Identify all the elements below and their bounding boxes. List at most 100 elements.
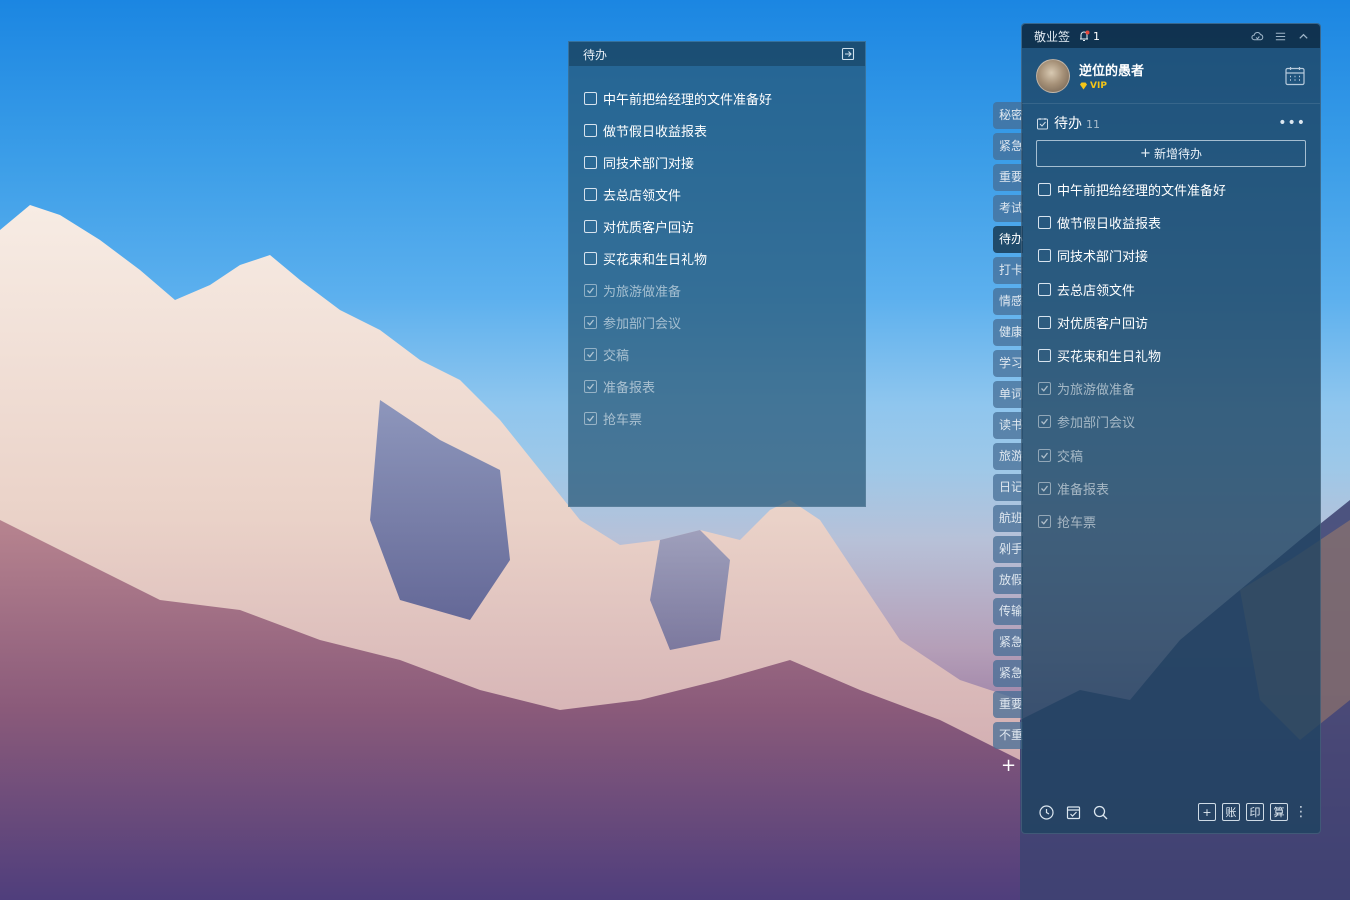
category-tab[interactable]: 传输 [993,598,1023,625]
tool-button[interactable]: 算 [1270,803,1288,821]
note-todo-list: 中午前把给经理的文件准备好 做节假日收益报表 同技术部门对接去总店领文件 对优质客户回… [569,66,865,434]
chevron-up-icon[interactable] [1297,30,1310,43]
todo-item[interactable]: 中午前把给经理的文件准备好 [1038,173,1320,206]
category-tab[interactable]: 紧急 [993,660,1023,687]
menu-icon[interactable] [1274,30,1287,43]
category-tab[interactable]: 放假 [993,567,1023,594]
category-tab[interactable]: 剁手 [993,536,1023,563]
category-tab[interactable]: 旅游 [993,443,1023,470]
clock-icon[interactable] [1038,804,1055,821]
floating-sticky-note[interactable]: 待办 中午前把给经理的文件准备好 做节假日收益报表 同技术部门对接去总店领文件 对优质… [568,41,866,507]
todo-item[interactable]: 中午前把给经理的文件准备好 [584,82,865,114]
note-title: 待办 [583,47,608,62]
checkbox[interactable] [584,219,597,233]
todo-item[interactable]: 买花束和生日礼物 [584,242,865,274]
checkbox[interactable] [1038,183,1051,197]
category-tab[interactable]: 情感 [993,288,1023,315]
checkbox[interactable] [584,187,597,201]
todo-item[interactable]: 参加部门会议 [584,306,865,338]
todo-item[interactable]: 准备报表 [1038,472,1320,505]
category-tab[interactable]: 不重 [993,722,1023,749]
checked-checkbox[interactable] [584,283,597,297]
todo-item[interactable]: 对优质客户回访 [1038,306,1320,339]
todo-text: 对优质客户回访 [603,220,695,236]
todo-item[interactable]: 准备报表 [584,370,865,402]
todo-item[interactable]: 抢车票 [584,402,865,434]
plus-icon: + [1140,146,1151,161]
category-tab[interactable]: 打卡 [993,257,1023,284]
bottom-toolbar: + 账印算 ⋮ [1022,791,1320,833]
checked-checkbox[interactable] [1038,514,1051,528]
todo-text: 交稿 [1057,449,1084,465]
todo-item[interactable]: 为旅游做准备 [584,274,865,306]
cloud-icon[interactable] [1251,30,1264,43]
checkbox[interactable] [1038,216,1051,230]
category-tab[interactable]: 重要 [993,164,1023,191]
category-tab[interactable]: 读书 [993,412,1023,439]
checked-checkbox[interactable] [584,347,597,361]
todo-item[interactable]: 为旅游做准备 [1038,372,1320,405]
todo-item[interactable]: 交稿 [1038,439,1320,472]
bell-icon[interactable] [1078,30,1090,42]
checked-checkbox[interactable] [584,315,597,329]
category-tab[interactable]: 紧急 [993,133,1023,160]
checked-checkbox[interactable] [584,379,597,393]
note-header[interactable]: 待办 [569,42,865,66]
category-tab[interactable]: 学习 [993,350,1023,377]
category-tab[interactable]: 日记 [993,474,1023,501]
tool-button[interactable]: + [1198,803,1216,821]
username[interactable]: 逆位的愚者 [1079,60,1144,79]
todo-item[interactable]: 同技术部门对接 [584,146,865,178]
todo-item[interactable]: 抢车票 [1038,505,1320,538]
todo-item[interactable]: 参加部门会议 [1038,405,1320,438]
todo-item[interactable]: 交稿 [584,338,865,370]
todo-item[interactable]: 同技术部门对接 [1038,239,1320,272]
search-icon[interactable] [1092,804,1109,821]
todo-item[interactable]: 做节假日收益报表 [584,114,865,146]
todo-text: 为旅游做准备 [1057,383,1136,399]
add-category-button[interactable]: + [993,753,1023,779]
todo-item[interactable]: 做节假日收益报表 [1038,206,1320,239]
todo-item[interactable]: 去总店领文件 [584,178,865,210]
todo-item[interactable]: 对优质客户回访 [584,210,865,242]
main-panel: 敬业签 1 逆位的愚者 VIP 待办 11 ••• + 新增待办 中午前把给经理… [1021,23,1321,834]
more-options-button[interactable]: ••• [1278,115,1306,131]
todo-text: 抢车票 [1057,515,1097,531]
checkbox[interactable] [1038,249,1051,263]
category-tab[interactable]: 航班 [993,505,1023,532]
checked-checkbox[interactable] [1038,448,1051,462]
checkbox[interactable] [584,251,597,265]
checked-checkbox[interactable] [1038,382,1051,396]
title-bar[interactable]: 敬业签 1 [1022,24,1320,48]
checkbox[interactable] [584,91,597,105]
checkbox[interactable] [584,123,597,137]
category-tab[interactable]: 单词 [993,381,1023,408]
checkbox[interactable] [1038,282,1051,296]
more-vertical-icon[interactable]: ⋮ [1294,804,1308,820]
category-tab[interactable]: 秘密 [993,102,1023,129]
todo-text: 去总店领文件 [603,188,682,204]
todo-item[interactable]: 买花束和生日礼物 [1038,339,1320,372]
tool-button[interactable]: 印 [1246,803,1264,821]
todo-text: 做节假日收益报表 [1057,217,1162,233]
category-tab[interactable]: 健康 [993,319,1023,346]
avatar[interactable] [1036,58,1070,93]
tool-button[interactable]: 账 [1222,803,1240,821]
checked-checkbox[interactable] [1038,415,1051,429]
checked-checkbox[interactable] [584,411,597,425]
section-header: 待办 11 ••• [1022,106,1320,140]
exit-icon[interactable] [841,47,855,61]
checkbox[interactable] [1038,349,1051,363]
todo-item[interactable]: 去总店领文件 [1038,273,1320,306]
category-tab[interactable]: 考试 [993,195,1023,222]
checkbox[interactable] [584,155,597,169]
category-tab[interactable]: 重要 [993,691,1023,718]
notification-count: 1 [1093,29,1101,43]
checkbox[interactable] [1038,315,1051,329]
category-tab[interactable]: 待办 [993,226,1023,253]
category-tab[interactable]: 紧急 [993,629,1023,656]
calendar-icon[interactable] [1284,65,1306,87]
todo-icon[interactable] [1065,804,1082,821]
add-todo-button[interactable]: + 新增待办 [1036,140,1306,167]
checked-checkbox[interactable] [1038,481,1051,495]
